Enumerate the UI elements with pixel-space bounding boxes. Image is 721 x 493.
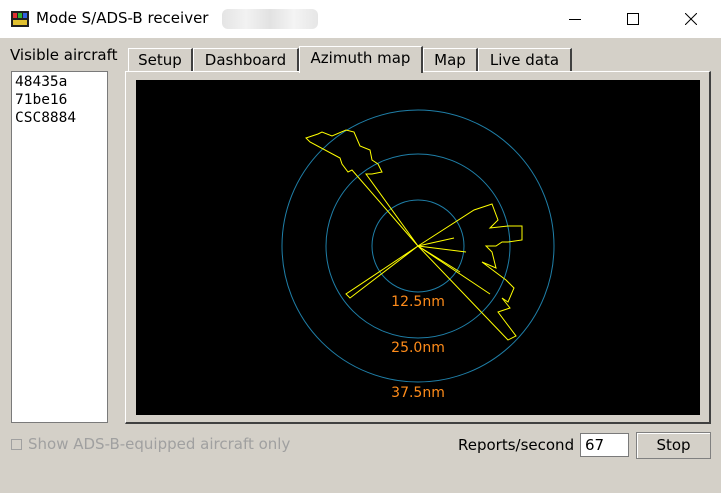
close-icon — [685, 13, 697, 25]
range-label-inner: 12.5nm — [391, 294, 445, 310]
blurred-title-region — [222, 9, 318, 29]
aircraft-list-item[interactable]: CSC8884 — [15, 109, 104, 127]
azimuth-map[interactable]: 12.5nm 25.0nm 37.5nm — [136, 80, 700, 415]
azimuth-map-canvas: 12.5nm 25.0nm 37.5nm — [281, 109, 555, 401]
tab-setup[interactable]: Setup — [128, 48, 193, 72]
tab-live-data[interactable]: Live data — [478, 48, 572, 72]
reports-per-second-label: Reports/second — [458, 436, 575, 454]
minimize-icon — [569, 19, 581, 20]
maximize-icon — [627, 13, 639, 25]
aircraft-list[interactable]: 48435a 71be16 CSC8884 — [11, 71, 108, 423]
minimize-button[interactable] — [546, 0, 604, 38]
maximize-button[interactable] — [604, 0, 662, 38]
reports-per-second-field[interactable]: 67 — [580, 433, 629, 457]
coverage-trace-northwest — [305, 129, 419, 247]
aircraft-list-item[interactable]: 71be16 — [15, 91, 104, 109]
window-title: Mode S/ADS-B receiver — [36, 9, 209, 27]
adsb-only-label[interactable]: Show ADS-B-equipped aircraft only — [28, 435, 290, 453]
aircraft-list-item[interactable]: 48435a — [15, 73, 104, 91]
stop-button[interactable]: Stop — [636, 432, 711, 459]
tab-azimuth-map[interactable]: Azimuth map — [299, 46, 423, 73]
app-icon — [11, 11, 29, 27]
visible-aircraft-label: Visible aircraft — [10, 46, 118, 64]
range-label-middle: 25.0nm — [391, 340, 445, 356]
tab-map[interactable]: Map — [423, 48, 478, 72]
range-label-outer: 37.5nm — [391, 385, 445, 401]
tab-dashboard[interactable]: Dashboard — [193, 48, 299, 72]
coverage-spoke — [417, 245, 491, 295]
adsb-only-checkbox[interactable] — [11, 439, 22, 450]
close-button[interactable] — [662, 0, 720, 38]
title-bar: Mode S/ADS-B receiver — [0, 0, 721, 38]
